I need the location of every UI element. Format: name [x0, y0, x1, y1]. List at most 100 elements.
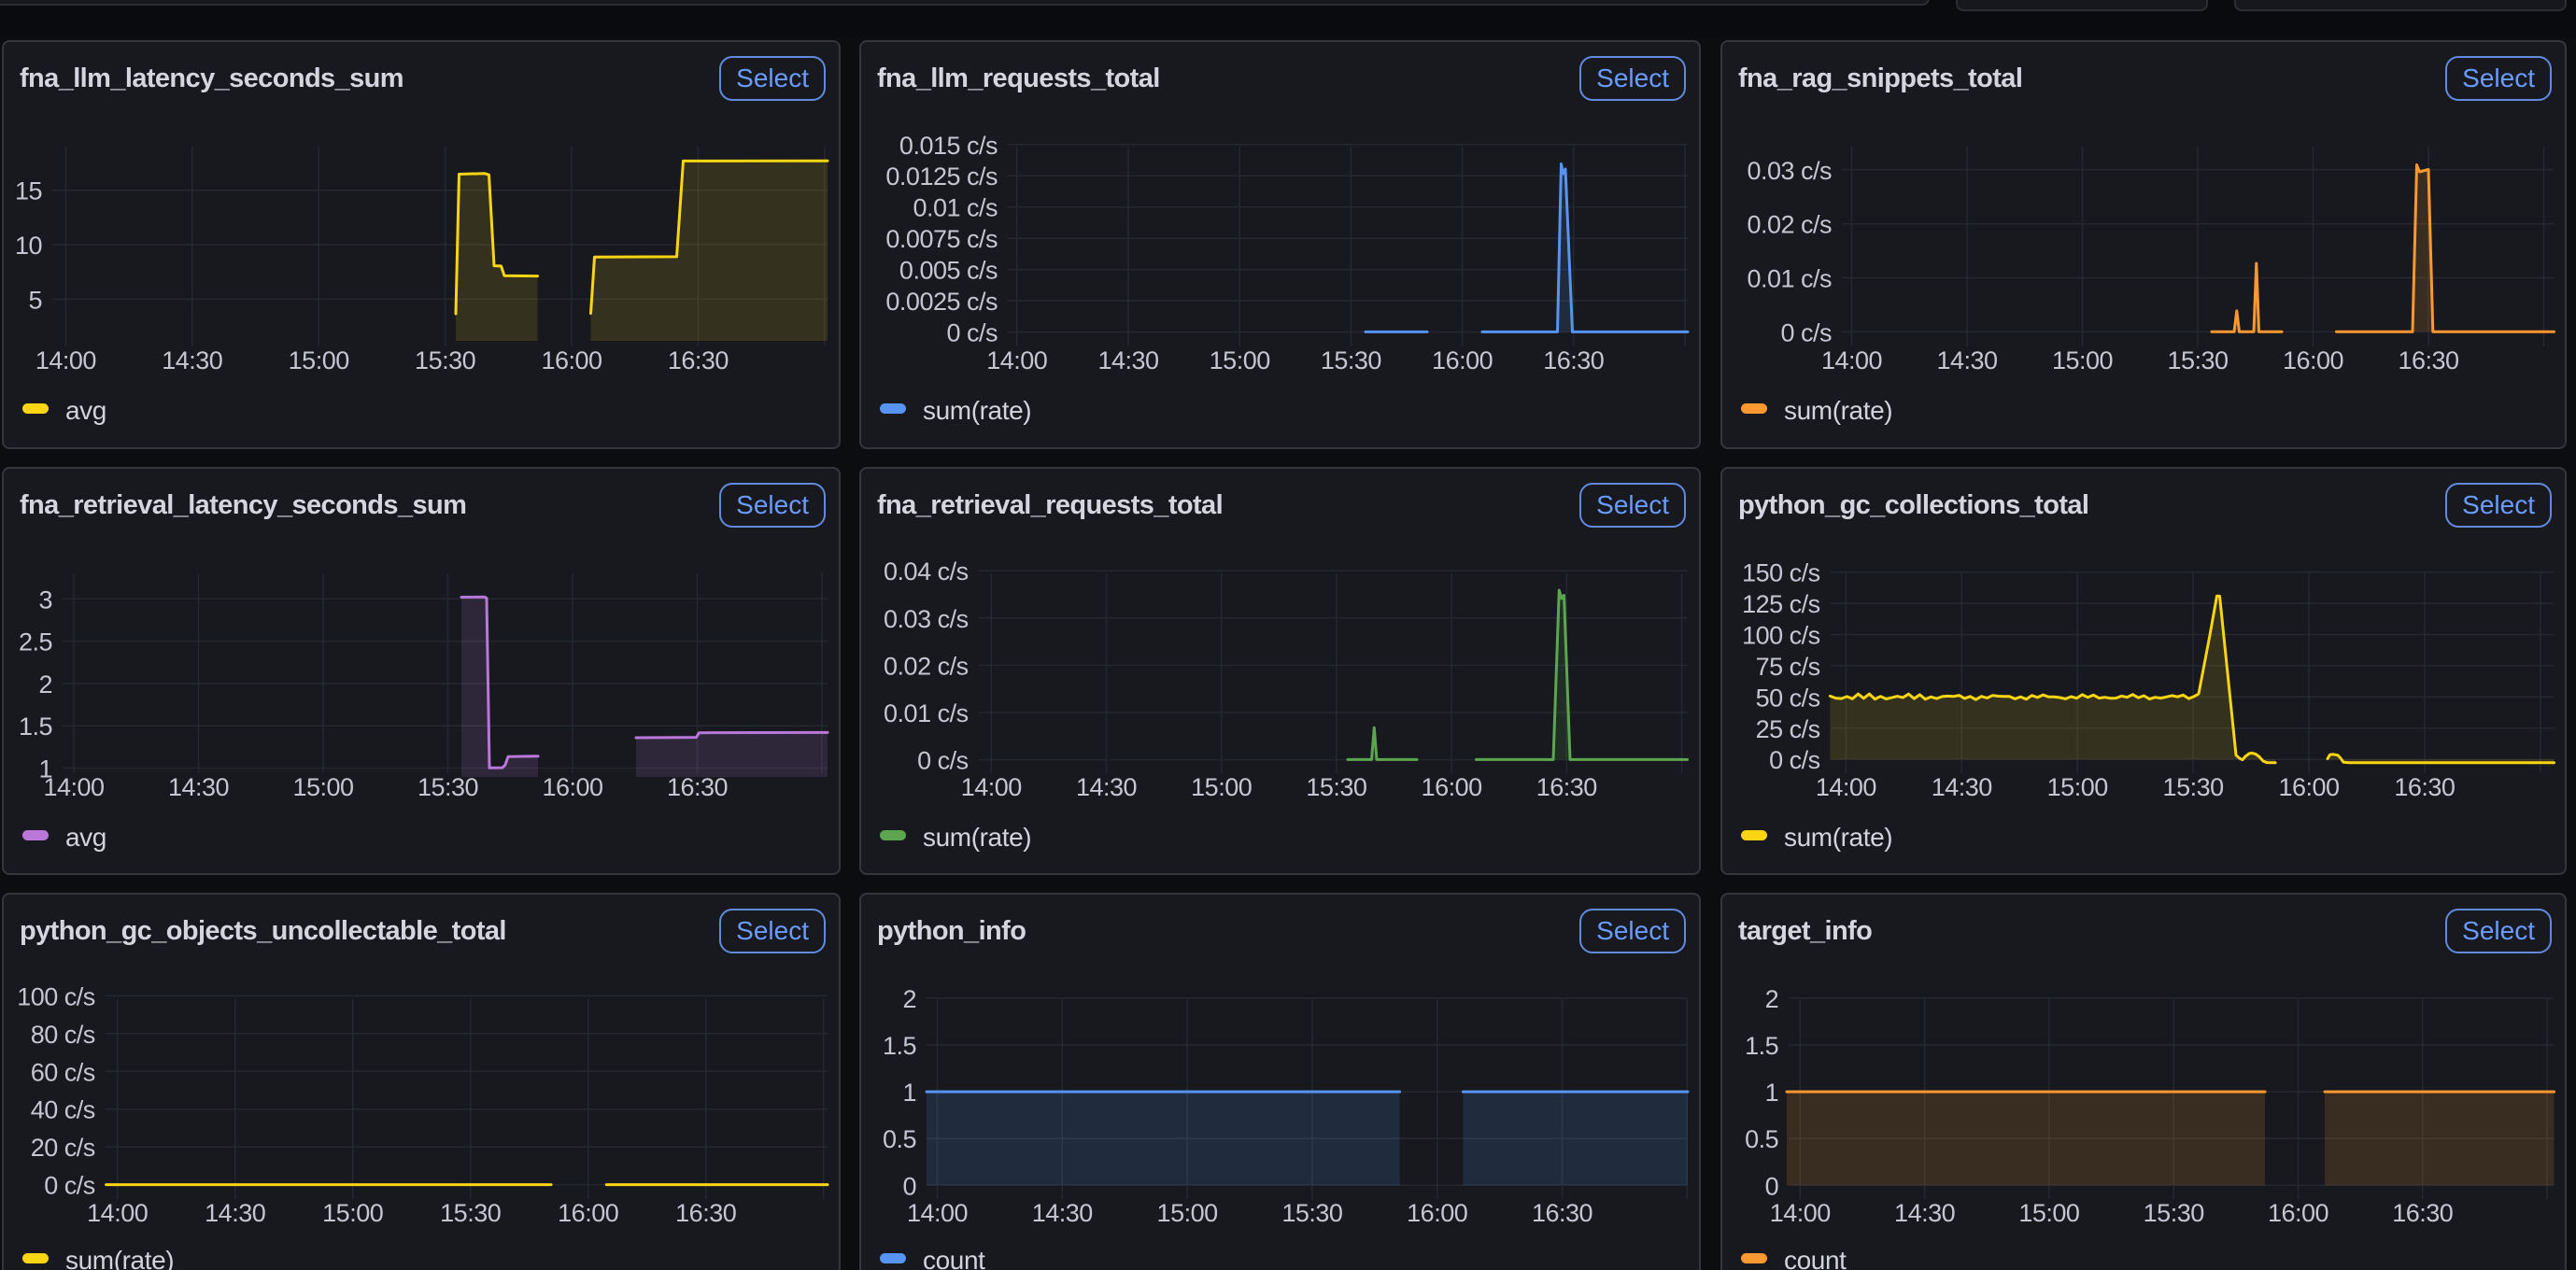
svg-text:75 c/s: 75 c/s	[1756, 653, 1820, 681]
svg-text:15:30: 15:30	[415, 346, 475, 374]
svg-text:100 c/s: 100 c/s	[17, 982, 95, 1010]
svg-text:15:00: 15:00	[322, 1199, 383, 1227]
svg-text:2: 2	[902, 985, 916, 1013]
svg-text:3: 3	[38, 586, 52, 614]
svg-text:0 c/s: 0 c/s	[44, 1172, 95, 1200]
svg-text:2: 2	[38, 670, 52, 698]
svg-text:14:00: 14:00	[907, 1199, 968, 1227]
svg-text:16:30: 16:30	[1543, 346, 1604, 374]
svg-text:20 c/s: 20 c/s	[31, 1134, 95, 1162]
svg-text:15:30: 15:30	[2144, 1199, 2204, 1227]
svg-text:0: 0	[1765, 1172, 1779, 1200]
svg-text:0.01 c/s: 0.01 c/s	[1747, 265, 1832, 293]
svg-text:14:00: 14:00	[1821, 346, 1882, 374]
svg-text:14:00: 14:00	[43, 773, 104, 801]
svg-text:16:00: 16:00	[541, 346, 602, 374]
svg-text:15:00: 15:00	[2018, 1199, 2079, 1227]
svg-text:15:00: 15:00	[1191, 773, 1252, 801]
svg-text:14:00: 14:00	[1770, 1199, 1831, 1227]
svg-text:sum(rate): sum(rate)	[65, 1246, 174, 1270]
svg-text:0.03 c/s: 0.03 c/s	[1747, 157, 1832, 185]
svg-text:16:30: 16:30	[675, 1199, 736, 1227]
svg-text:14:00: 14:00	[35, 346, 96, 374]
svg-text:15:00: 15:00	[2052, 346, 2113, 374]
svg-text:16:30: 16:30	[2398, 346, 2458, 374]
svg-text:16:00: 16:00	[1432, 346, 1493, 374]
svg-text:14:00: 14:00	[87, 1199, 148, 1227]
svg-text:60 c/s: 60 c/s	[31, 1058, 95, 1086]
svg-text:2.5: 2.5	[19, 628, 52, 656]
svg-text:15:00: 15:00	[292, 773, 353, 801]
svg-text:avg: avg	[65, 823, 106, 852]
svg-text:14:00: 14:00	[1816, 773, 1876, 801]
svg-text:14:00: 14:00	[961, 773, 1022, 801]
svg-text:15:00: 15:00	[1210, 346, 1270, 374]
svg-text:16:30: 16:30	[1532, 1199, 1592, 1227]
svg-text:14:30: 14:30	[1032, 1199, 1093, 1227]
svg-text:0.01 c/s: 0.01 c/s	[884, 699, 969, 727]
svg-text:16:00: 16:00	[2278, 773, 2339, 801]
svg-text:0.03 c/s: 0.03 c/s	[884, 605, 969, 633]
svg-text:16:00: 16:00	[558, 1199, 618, 1227]
svg-text:0 c/s: 0 c/s	[946, 319, 998, 347]
svg-text:sum(rate): sum(rate)	[923, 396, 1031, 425]
svg-text:1: 1	[1765, 1079, 1779, 1107]
svg-text:0.0025 c/s: 0.0025 c/s	[885, 288, 998, 316]
svg-text:1.5: 1.5	[19, 713, 52, 741]
svg-text:0.04 c/s: 0.04 c/s	[884, 557, 969, 586]
svg-text:0.02 c/s: 0.02 c/s	[1747, 211, 1832, 239]
svg-text:15:30: 15:30	[2163, 773, 2224, 801]
svg-text:0 c/s: 0 c/s	[1780, 318, 1832, 346]
svg-text:80 c/s: 80 c/s	[31, 1021, 95, 1049]
svg-text:15:30: 15:30	[1306, 773, 1366, 801]
svg-text:0.02 c/s: 0.02 c/s	[884, 652, 969, 680]
svg-text:0.0075 c/s: 0.0075 c/s	[885, 225, 998, 253]
svg-text:14:30: 14:30	[1076, 773, 1137, 801]
svg-text:16:00: 16:00	[1422, 773, 1482, 801]
svg-text:14:30: 14:30	[1936, 346, 1997, 374]
svg-text:2: 2	[1765, 985, 1779, 1013]
svg-text:16:30: 16:30	[1536, 773, 1597, 801]
svg-text:15:30: 15:30	[1281, 1199, 1342, 1227]
svg-text:5: 5	[28, 286, 42, 314]
svg-text:sum(rate): sum(rate)	[923, 823, 1031, 852]
svg-text:100 c/s: 100 c/s	[1742, 622, 1820, 650]
svg-text:15:30: 15:30	[440, 1199, 501, 1227]
svg-text:1.5: 1.5	[1745, 1032, 1778, 1060]
svg-text:16:30: 16:30	[2392, 1199, 2453, 1227]
svg-text:0 c/s: 0 c/s	[1769, 746, 1820, 774]
svg-text:14:30: 14:30	[1932, 773, 1992, 801]
svg-text:0.005 c/s: 0.005 c/s	[899, 257, 998, 285]
svg-text:14:30: 14:30	[1097, 346, 1158, 374]
svg-text:0.0125 c/s: 0.0125 c/s	[885, 162, 998, 190]
svg-text:sum(rate): sum(rate)	[1784, 823, 1892, 852]
svg-text:15:00: 15:00	[1157, 1199, 1218, 1227]
svg-text:15: 15	[15, 177, 42, 205]
svg-text:10: 10	[15, 232, 42, 260]
svg-text:14:30: 14:30	[168, 773, 229, 801]
svg-text:0.015 c/s: 0.015 c/s	[899, 132, 998, 160]
svg-text:15:30: 15:30	[418, 773, 478, 801]
svg-text:count: count	[1784, 1246, 1847, 1270]
svg-text:14:30: 14:30	[162, 346, 222, 374]
svg-text:15:30: 15:30	[1321, 346, 1381, 374]
svg-text:0.5: 0.5	[883, 1125, 916, 1153]
svg-text:15:30: 15:30	[2167, 346, 2228, 374]
svg-text:50 c/s: 50 c/s	[1756, 684, 1820, 712]
svg-text:150 c/s: 150 c/s	[1742, 559, 1820, 587]
svg-text:14:30: 14:30	[1894, 1199, 1955, 1227]
svg-text:125 c/s: 125 c/s	[1742, 590, 1820, 618]
svg-text:15:00: 15:00	[289, 346, 349, 374]
svg-text:sum(rate): sum(rate)	[1784, 396, 1892, 425]
svg-text:16:00: 16:00	[2268, 1199, 2328, 1227]
svg-text:16:00: 16:00	[542, 773, 602, 801]
svg-text:avg: avg	[65, 396, 106, 425]
svg-text:16:30: 16:30	[668, 346, 729, 374]
svg-text:16:00: 16:00	[1407, 1199, 1467, 1227]
svg-text:14:00: 14:00	[986, 346, 1047, 374]
svg-text:14:30: 14:30	[205, 1199, 265, 1227]
svg-text:0.5: 0.5	[1745, 1125, 1778, 1153]
svg-text:0.01 c/s: 0.01 c/s	[913, 194, 998, 222]
svg-text:40 c/s: 40 c/s	[31, 1096, 95, 1124]
svg-text:count: count	[923, 1246, 985, 1270]
